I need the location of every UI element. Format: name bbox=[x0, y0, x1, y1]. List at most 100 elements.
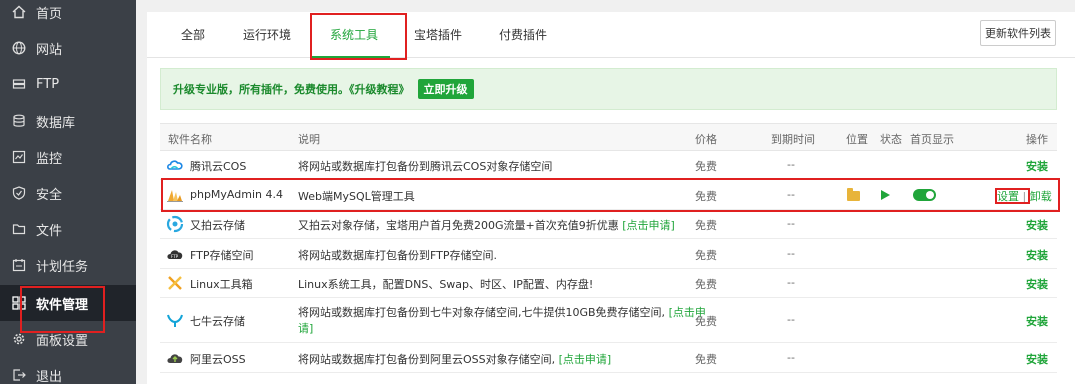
software-name: 七牛云存储 bbox=[190, 315, 245, 328]
sidebar-item-label: 计划任务 bbox=[36, 259, 89, 275]
logout-icon bbox=[12, 368, 26, 382]
sidebar-item-label: 首页 bbox=[36, 6, 63, 22]
globe-icon bbox=[12, 41, 26, 55]
sidebar-item-label: 面板设置 bbox=[36, 333, 89, 349]
sidebar-item-website[interactable]: 网站 bbox=[0, 30, 136, 66]
tab-bar: 全部 运行环境 系统工具 宝塔插件 付费插件 更新软件列表 bbox=[147, 12, 1075, 58]
software-name: phpMyAdmin 4.4 bbox=[190, 188, 283, 201]
software-desc: 将网站或数据库打包备份到FTP存储空间. bbox=[298, 249, 497, 262]
table-row: 阿里云OSS 将网站或数据库打包备份到阿里云OSS对象存储空间, [点击申请] … bbox=[160, 343, 1057, 373]
header-operation: 操作 bbox=[1026, 133, 1048, 146]
open-folder-icon[interactable] bbox=[847, 188, 860, 201]
software-expire: -- bbox=[787, 158, 795, 171]
upgrade-tutorial-link[interactable]: 《升级教程》 bbox=[349, 83, 410, 96]
sidebar-item-monitor[interactable]: 监控 bbox=[0, 139, 136, 175]
home-display-toggle[interactable] bbox=[913, 189, 936, 201]
shield-icon bbox=[12, 186, 26, 200]
sidebar-item-cron[interactable]: 计划任务 bbox=[0, 247, 136, 283]
sidebar-item-label: 文件 bbox=[36, 223, 63, 239]
table-header: 软件名称 说明 价格 到期时间 位置 状态 首页显示 操作 bbox=[160, 123, 1057, 151]
toolbox-icon bbox=[166, 274, 184, 292]
software-expire: -- bbox=[787, 247, 795, 260]
table-row: FTP FTP存储空间 将网站或数据库打包备份到FTP存储空间. 免费 -- 安… bbox=[160, 239, 1057, 269]
install-button[interactable]: 安装 bbox=[1026, 247, 1048, 263]
software-expire: -- bbox=[787, 313, 795, 326]
software-expire: -- bbox=[787, 351, 795, 364]
software-expire: -- bbox=[787, 276, 795, 289]
sidebar-item-label: 软件管理 bbox=[36, 297, 89, 313]
tab-bt-plugins[interactable]: 宝塔插件 bbox=[414, 26, 462, 43]
sidebar-item-software[interactable]: 软件管理 bbox=[0, 285, 136, 321]
upgrade-notice: 升级专业版，所有插件，免费使用。《升级教程》 立即升级 bbox=[160, 68, 1057, 110]
database-icon bbox=[12, 114, 26, 128]
tab-system-tools[interactable]: 系统工具 bbox=[330, 26, 378, 43]
play-icon[interactable] bbox=[881, 190, 890, 200]
qiniu-icon bbox=[166, 311, 184, 329]
install-button[interactable]: 安装 bbox=[1026, 351, 1048, 367]
uninstall-link[interactable]: 卸载 bbox=[1030, 190, 1052, 203]
toggle-knob bbox=[926, 191, 934, 199]
sidebar-item-files[interactable]: 文件 bbox=[0, 211, 136, 247]
sidebar-item-logout[interactable]: 退出 bbox=[0, 357, 136, 384]
header-desc: 说明 bbox=[298, 133, 320, 146]
software-price: 免费 bbox=[695, 315, 717, 328]
operation-links: 设置 | 卸载 bbox=[997, 188, 1052, 204]
ftp-storage-icon: FTP bbox=[166, 245, 184, 263]
active-tab-indicator bbox=[310, 56, 390, 58]
software-price: 免费 bbox=[695, 219, 717, 232]
apply-link[interactable]: [点击申请] bbox=[559, 353, 612, 366]
refresh-software-list-button[interactable]: 更新软件列表 bbox=[980, 20, 1056, 46]
header-status: 状态 bbox=[880, 133, 902, 146]
folder-icon bbox=[12, 222, 26, 236]
software-name: 腾讯云COS bbox=[190, 160, 247, 173]
upgrade-now-button[interactable]: 立即升级 bbox=[417, 79, 474, 99]
sidebar-item-label: 数据库 bbox=[36, 115, 76, 131]
notice-text: 升级专业版，所有插件，免费使用。《升级教程》 bbox=[173, 81, 410, 97]
cloud-cos-icon bbox=[166, 156, 184, 174]
table-row: phpMyAdmin 4.4 Web端MySQL管理工具 免费 -- 设置 | … bbox=[160, 180, 1057, 210]
tab-paid-plugins[interactable]: 付费插件 bbox=[499, 26, 547, 43]
sidebar-item-database[interactable]: 数据库 bbox=[0, 103, 136, 139]
apply-link[interactable]: [点击申请] bbox=[622, 219, 675, 232]
install-button[interactable]: 安装 bbox=[1026, 313, 1048, 329]
install-button[interactable]: 安装 bbox=[1026, 217, 1048, 233]
header-expire: 到期时间 bbox=[771, 133, 815, 146]
software-expire: -- bbox=[787, 217, 795, 230]
op-separator: | bbox=[1022, 190, 1027, 203]
software-price: 免费 bbox=[695, 190, 717, 203]
sidebar-item-label: 退出 bbox=[36, 369, 63, 384]
home-icon bbox=[12, 5, 26, 19]
calendar-icon bbox=[12, 258, 26, 272]
gear-icon bbox=[12, 332, 26, 346]
upyun-icon bbox=[166, 215, 184, 233]
software-name: 又拍云存储 bbox=[190, 219, 245, 232]
software-desc: 将网站或数据库打包备份到腾讯云COS对象存储空间 bbox=[298, 160, 553, 173]
sidebar-item-label: 网站 bbox=[36, 42, 63, 58]
desc-text: 又拍云对象存储，宝塔用户首月免费200G流量+首次充值9折优惠 bbox=[298, 219, 619, 232]
sidebar: 首页 网站 FTP 数据库 监控 安全 文件 计划任务 软件管理 面板设置 退出 bbox=[0, 0, 136, 384]
settings-link[interactable]: 设置 bbox=[997, 190, 1019, 203]
software-desc: 将网站或数据库打包备份到七牛对象存储空间,七牛提供10GB免费存储空间, [点击… bbox=[298, 304, 706, 320]
header-position: 位置 bbox=[846, 133, 868, 146]
sidebar-item-home[interactable]: 首页 bbox=[0, 0, 136, 30]
software-name: 阿里云OSS bbox=[190, 353, 246, 366]
software-desc: 又拍云对象存储，宝塔用户首月免费200G流量+首次充值9折优惠 [点击申请] bbox=[298, 217, 675, 233]
software-desc: Linux系统工具，配置DNS、Swap、时区、IP配置、内存盘! bbox=[298, 278, 594, 291]
tab-all[interactable]: 全部 bbox=[181, 26, 205, 43]
sidebar-item-ftp[interactable]: FTP bbox=[0, 66, 136, 102]
header-price: 价格 bbox=[695, 133, 717, 146]
sidebar-item-security[interactable]: 安全 bbox=[0, 175, 136, 211]
software-desc: Web端MySQL管理工具 bbox=[298, 190, 415, 203]
sidebar-item-label: 安全 bbox=[36, 187, 63, 203]
sidebar-item-panel-settings[interactable]: 面板设置 bbox=[0, 321, 136, 357]
install-button[interactable]: 安装 bbox=[1026, 158, 1048, 174]
tab-runtime[interactable]: 运行环境 bbox=[243, 26, 291, 43]
software-name: FTP存储空间 bbox=[190, 249, 254, 262]
sidebar-item-label: 监控 bbox=[36, 151, 63, 167]
grid-icon bbox=[12, 296, 26, 310]
apply-link-continued[interactable]: 请] bbox=[298, 320, 313, 336]
ftp-icon bbox=[12, 77, 26, 91]
install-button[interactable]: 安装 bbox=[1026, 276, 1048, 292]
software-price: 免费 bbox=[695, 353, 717, 366]
notice-message: 升级专业版，所有插件，免费使用。 bbox=[173, 83, 349, 96]
